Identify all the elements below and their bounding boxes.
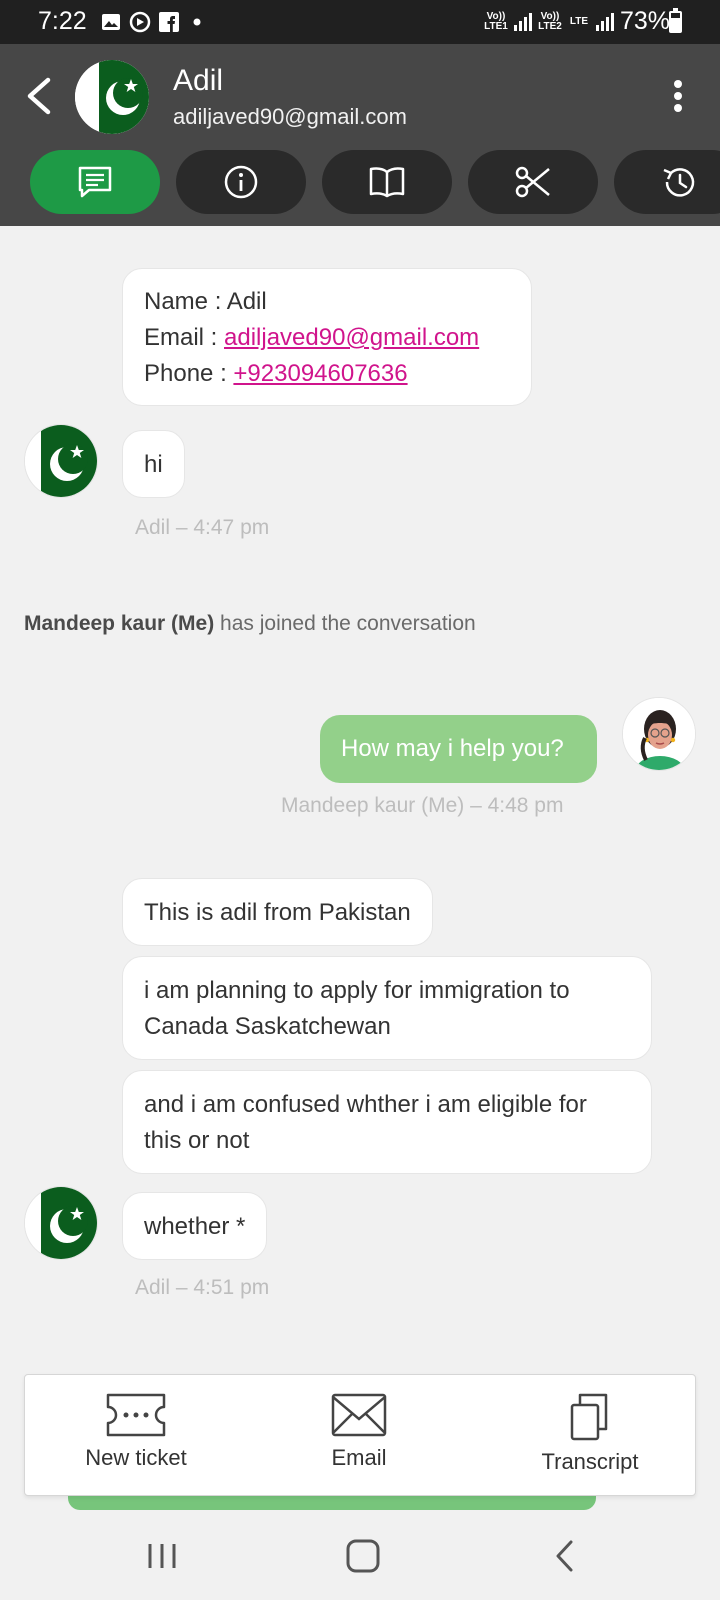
system-navigation-bar [0, 1510, 720, 1600]
action-sheet: New ticket Email Transcript [24, 1374, 696, 1496]
transcript-label: Transcript [541, 1449, 639, 1474]
message-bubble: whether * [122, 1192, 268, 1260]
email-link[interactable]: adiljaved90@gmail.com [224, 324, 479, 351]
message-meta: Adil – 4:51 pm [135, 1276, 270, 1299]
gallery-icon [102, 14, 120, 30]
dot-icon [193, 18, 201, 26]
tab-history[interactable] [614, 150, 720, 214]
tab-chat[interactable] [30, 150, 160, 214]
visitor-avatar [24, 424, 98, 498]
battery-percent: 73% [619, 7, 670, 35]
message-bubble: i am planning to apply for immigration t… [122, 956, 652, 1060]
pakistan-flag-icon [75, 60, 149, 134]
pakistan-flag-icon [25, 425, 97, 497]
email-label: Email [331, 1445, 387, 1470]
info-phone-row: Phone : +923094607636 [144, 360, 408, 387]
transcript-button[interactable]: Transcript [525, 1391, 655, 1475]
lte1-label: Vo)) LTE1 [484, 10, 508, 32]
tab-knowledge-base[interactable] [322, 150, 452, 214]
status-time: 7:22 [38, 7, 87, 35]
new-ticket-button[interactable]: New ticket [81, 1391, 191, 1471]
chat-transcript[interactable]: Name : Adil Email : adiljaved90@gmail.co… [0, 226, 720, 1514]
ticket-icon [106, 1393, 166, 1437]
new-ticket-label: New ticket [85, 1445, 187, 1470]
more-options-icon[interactable] [666, 76, 690, 116]
info-icon [224, 165, 258, 199]
message-meta: Mandeep kaur (Me) – 4:48 pm [281, 794, 564, 817]
sync-icon [129, 11, 151, 33]
chat-icon [78, 166, 112, 198]
battery-icon [669, 8, 682, 33]
recent-apps-icon[interactable] [142, 1536, 182, 1576]
back-icon[interactable] [546, 1536, 586, 1576]
agent-message-bubble: How may i help you? [320, 715, 597, 783]
phone-link[interactable]: +923094607636 [233, 360, 407, 387]
status-bar: 7:22 Vo)) LTE1 Vo)) LTE2 LTE 73% [0, 0, 720, 44]
status-indicators: Vo)) LTE1 Vo)) LTE2 LTE 73% [484, 7, 670, 36]
signal-icon [513, 12, 532, 31]
back-arrow-icon[interactable] [22, 74, 56, 118]
system-message: Mandeep kaur (Me) has joined the convers… [24, 612, 476, 635]
home-icon[interactable] [343, 1536, 383, 1576]
facebook-icon [159, 12, 179, 32]
email-button[interactable]: Email [309, 1391, 409, 1471]
envelope-icon [331, 1393, 387, 1437]
signal-icon [595, 12, 614, 31]
lte-label: LTE [569, 15, 589, 27]
agent-name: Mandeep kaur (Me) [24, 612, 215, 635]
send-button-partial[interactable] [68, 1496, 596, 1510]
book-icon [369, 167, 405, 198]
message-bubble: This is adil from Pakistan [122, 878, 433, 946]
info-name-row: Name : Adil [144, 288, 267, 315]
contact-name: Adil [173, 64, 224, 97]
agent-avatar-illustration [623, 698, 695, 770]
chat-header: Adil adiljaved90@gmail.com [0, 44, 720, 226]
message-bubble: and i am confused whther i am eligible f… [122, 1070, 652, 1174]
agent-avatar [622, 697, 696, 771]
info-name-value: Adil [226, 288, 267, 315]
notification-icons [101, 11, 207, 33]
tab-info[interactable] [176, 150, 306, 214]
message-bubble: hi [122, 430, 185, 498]
scissors-icon [515, 166, 550, 198]
copy-icon [570, 1393, 608, 1441]
message-meta: Adil – 4:47 pm [135, 516, 270, 539]
pakistan-flag-icon [25, 1187, 97, 1259]
tab-bar [30, 150, 720, 214]
tab-canned-responses[interactable] [468, 150, 598, 214]
info-email-row: Email : adiljaved90@gmail.com [144, 324, 480, 351]
contact-avatar[interactable] [75, 60, 149, 134]
visitor-info-card: Name : Adil Email : adiljaved90@gmail.co… [122, 268, 532, 406]
visitor-avatar [24, 1186, 98, 1260]
contact-email: adiljaved90@gmail.com [173, 104, 407, 129]
lte2-label: Vo)) LTE2 [538, 10, 562, 32]
history-icon [663, 168, 695, 197]
